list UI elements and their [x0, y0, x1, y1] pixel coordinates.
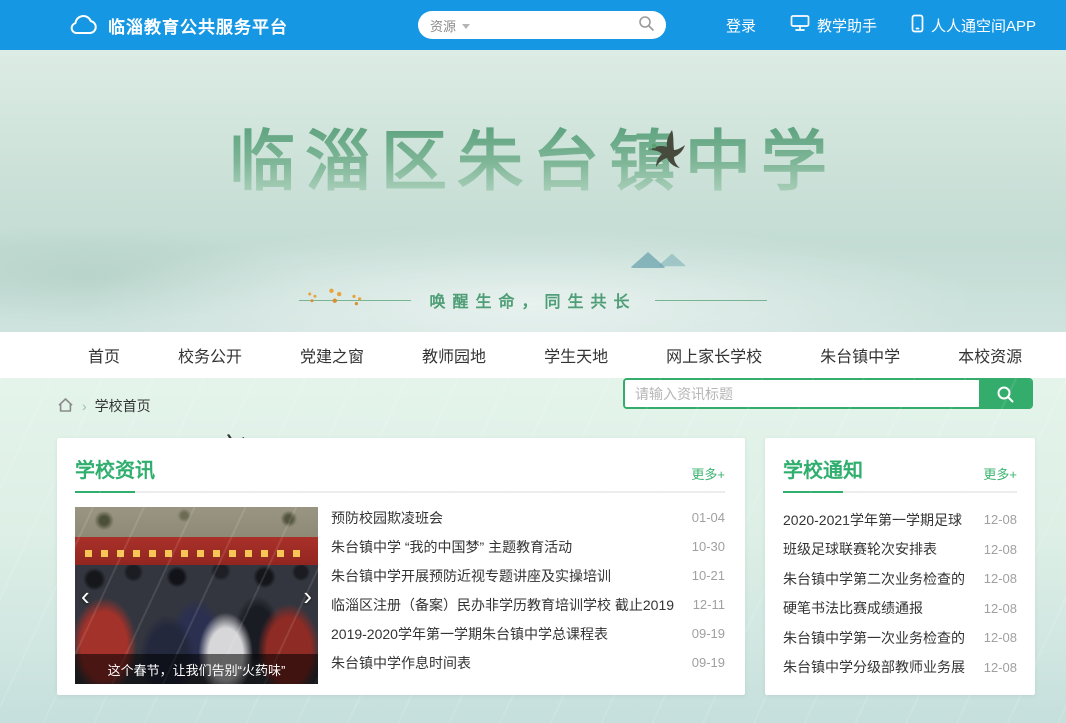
home-icon[interactable]: [57, 397, 74, 416]
news-list-item[interactable]: 朱台镇中学 “我的中国梦” 主题教育活动10-30: [331, 532, 725, 561]
smartphone-icon: [911, 14, 924, 37]
news-panel-title: 学校资讯: [75, 454, 155, 491]
trees-illustration: [306, 238, 376, 290]
nav-item-school-resources[interactable]: 本校资源: [958, 343, 1022, 367]
brand[interactable]: 临淄教育公共服务平台: [68, 13, 288, 38]
breadcrumb: › 学校首页: [57, 396, 151, 416]
search-icon[interactable]: [638, 15, 654, 36]
notice-list-item[interactable]: 2020-2021学年第一学期足球12-08: [783, 505, 1017, 535]
swallow-icon: [638, 128, 692, 177]
chevron-down-icon[interactable]: [462, 24, 470, 29]
search-scope-select[interactable]: 资源: [430, 16, 456, 35]
carousel-next-icon[interactable]: ›: [303, 583, 312, 609]
notice-list-item[interactable]: 朱台镇中学第一次业务检查的12-08: [783, 623, 1017, 653]
notice-list-item[interactable]: 班级足球联赛轮次安排表12-08: [783, 535, 1017, 565]
notices-more-link[interactable]: 更多+: [983, 464, 1017, 491]
teaching-assistant-link[interactable]: 教学助手: [790, 14, 877, 36]
school-name-title: 临淄区朱台镇中学: [0, 108, 1066, 204]
news-more-link[interactable]: 更多+: [691, 464, 725, 491]
brand-title: 临淄教育公共服务平台: [108, 13, 288, 38]
mountain-illustration: [630, 248, 700, 268]
cloud-icon: [68, 14, 98, 36]
school-slogan: 唤醒生命，同生共长: [0, 288, 1066, 312]
hero-banner: 临淄区朱台镇中学 唤醒生命，同生共长: [0, 50, 1066, 332]
school-notices-panel: 学校通知 更多+ 2020-2021学年第一学期足球12-08 班级足球联赛轮次…: [765, 438, 1035, 695]
school-news-panel: 学校资讯 更多+ ‹ › 这个春节，让我们告别“火药味” 预防校园欺凌班会01-…: [57, 438, 745, 695]
main-nav: 首页 校务公开 党建之窗 教师园地 学生天地 网上家长学校 朱台镇中学 本校资源…: [0, 332, 1066, 378]
carousel-photo: [75, 507, 318, 541]
nav-item-party-building[interactable]: 党建之窗: [300, 343, 364, 367]
renrentong-app-link[interactable]: 人人通空间APP: [911, 14, 1036, 37]
info-search-input[interactable]: [625, 380, 979, 407]
notice-list-item[interactable]: 朱台镇中学分级部教师业务展12-08: [783, 653, 1017, 683]
news-list-item[interactable]: 朱台镇中学开展预防近视专题讲座及实操培训10-21: [331, 561, 725, 590]
notice-list-item[interactable]: 朱台镇中学第二次业务检查的12-08: [783, 564, 1017, 594]
news-list-item[interactable]: 临淄区注册（备案）民办非学历教育培训学校 截止201912-11: [331, 590, 725, 619]
info-search-button[interactable]: [979, 380, 1031, 407]
breadcrumb-separator: ›: [82, 398, 87, 414]
carousel-prev-icon[interactable]: ‹: [81, 583, 90, 609]
nav-item-home[interactable]: 首页: [88, 343, 120, 367]
header-search-box[interactable]: 资源: [418, 11, 666, 39]
info-search-bar: [623, 378, 1033, 409]
notice-list-item[interactable]: 硬笔书法比赛成绩通报12-08: [783, 594, 1017, 624]
news-carousel[interactable]: ‹ › 这个春节，让我们告别“火药味”: [75, 507, 318, 684]
monitor-icon: [790, 14, 810, 36]
breadcrumb-current[interactable]: 学校首页: [95, 396, 151, 416]
top-bar: 临淄教育公共服务平台 资源 登录 教学助手: [0, 0, 1066, 50]
news-list-item[interactable]: 朱台镇中学作息时间表09-19: [331, 648, 725, 677]
news-list-item[interactable]: 2019-2020学年第一学期朱台镇中学总课程表09-19: [331, 619, 725, 648]
login-button[interactable]: 登录: [726, 15, 756, 36]
nav-item-parents-school[interactable]: 网上家长学校: [666, 343, 762, 367]
nav-item-school-affairs[interactable]: 校务公开: [178, 343, 242, 367]
nav-item-teachers[interactable]: 教师园地: [422, 343, 486, 367]
notices-list: 2020-2021学年第一学期足球12-08 班级足球联赛轮次安排表12-08 …: [783, 505, 1017, 682]
news-list-item[interactable]: 预防校园欺凌班会01-04: [331, 503, 725, 532]
notices-panel-title: 学校通知: [783, 454, 863, 491]
carousel-caption[interactable]: 这个春节，让我们告别“火药味”: [75, 654, 318, 684]
nav-item-students[interactable]: 学生天地: [544, 343, 608, 367]
news-list: 预防校园欺凌班会01-04 朱台镇中学 “我的中国梦” 主题教育活动10-30 …: [331, 503, 725, 684]
nav-item-zhutai-school[interactable]: 朱台镇中学: [820, 343, 900, 367]
header-links: 登录 教学助手 人人通空间APP: [726, 14, 1036, 37]
content-area: › 学校首页 ヽヽ 学校资讯 更多+ ‹ › 这个春节，让我们告别“火药味”: [0, 378, 1066, 723]
